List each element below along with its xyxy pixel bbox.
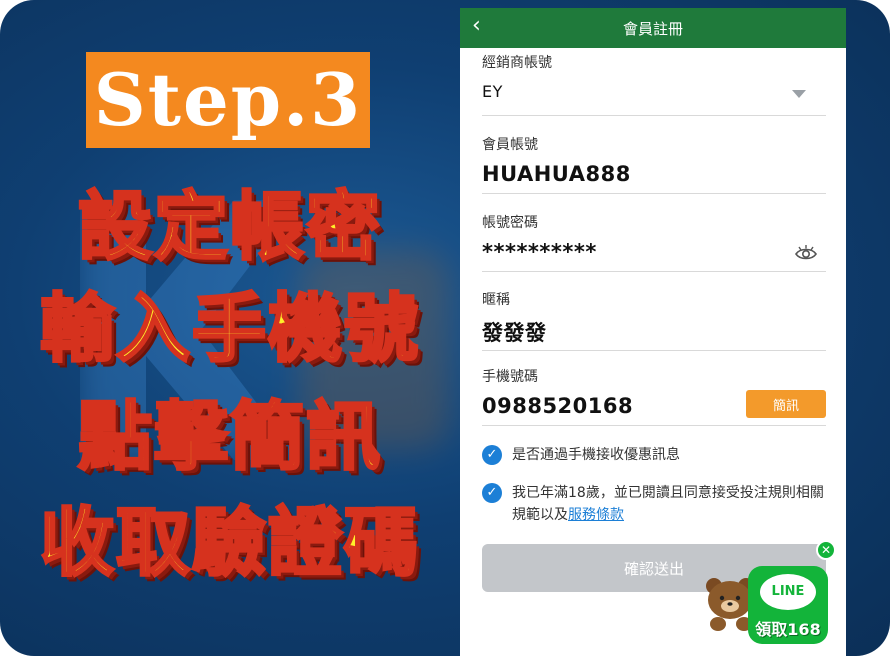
checkmark-icon[interactable]: ✓ <box>482 483 502 503</box>
password-label: 帳號密碼 <box>482 215 538 231</box>
password-input[interactable]: ********** <box>482 240 826 264</box>
page-title: 會員註冊 <box>622 19 683 38</box>
step-label: Step.3 <box>93 57 363 142</box>
dealer-account-value[interactable]: EY <box>482 82 826 101</box>
line-caption: 領取168 <box>755 620 821 639</box>
terms-link[interactable]: 服務條款 <box>568 507 624 523</box>
promo-line-3: 點擊簡訊 <box>77 394 382 480</box>
promo-line-2: 輸入手機號 <box>39 286 420 372</box>
eye-icon[interactable] <box>794 242 818 266</box>
member-account-field[interactable]: 會員帳號 HUAHUA888 <box>482 134 826 194</box>
promo-background: Step.3 設定帳密 輸入手機號 點擊簡訊 收取驗證碼 ‹ 會員註冊 經銷商帳… <box>0 0 890 656</box>
step-badge: Step.3 <box>86 52 370 148</box>
registration-screen: ‹ 會員註冊 經銷商帳號 EY 會員帳號 HUAHUA888 帳號密碼 ****… <box>460 8 846 656</box>
sms-button[interactable]: 簡訊 <box>746 390 826 418</box>
phone-label: 手機號碼 <box>482 369 538 385</box>
chevron-down-icon[interactable] <box>792 90 806 98</box>
password-field[interactable]: 帳號密碼 ********** <box>482 212 826 272</box>
line-logo-icon: LINE <box>760 574 816 610</box>
promo-line-1: 設定帳密 <box>77 184 382 270</box>
checkmark-icon[interactable]: ✓ <box>482 445 502 465</box>
line-promo-widget[interactable]: LINE 領取168 <box>748 566 828 644</box>
dealer-account-field[interactable]: 經銷商帳號 EY <box>482 52 826 116</box>
nickname-input[interactable]: 發發發 <box>482 317 826 347</box>
sms-consent-label: 是否通過手機接收優惠訊息 <box>512 447 680 463</box>
terms-consent-checkbox[interactable]: ✓ 我已年滿18歲，並已閱讀且同意接受投注規則相關規範以及服務條款 <box>482 482 826 526</box>
terms-consent-label: 我已年滿18歲，並已閱讀且同意接受投注規則相關規範以及 <box>512 485 824 523</box>
close-icon[interactable]: ✕ <box>816 540 836 560</box>
back-chevron-icon[interactable]: ‹ <box>472 15 481 37</box>
member-account-label: 會員帳號 <box>482 137 538 153</box>
sms-consent-checkbox[interactable]: ✓ 是否通過手機接收優惠訊息 <box>482 444 826 466</box>
member-account-input[interactable]: HUAHUA888 <box>482 162 826 186</box>
nickname-label: 暱稱 <box>482 292 510 308</box>
promo-line-4: 收取驗證碼 <box>39 500 420 586</box>
app-bar: ‹ 會員註冊 <box>460 8 846 48</box>
dealer-account-label: 經銷商帳號 <box>482 55 552 71</box>
phone-field[interactable]: 手機號碼 0988520168 簡訊 <box>482 366 826 426</box>
nickname-field[interactable]: 暱稱 發發發 <box>482 289 826 351</box>
terms-consent-text: 我已年滿18歲，並已閱讀且同意接受投注規則相關規範以及服務條款 <box>512 482 826 526</box>
